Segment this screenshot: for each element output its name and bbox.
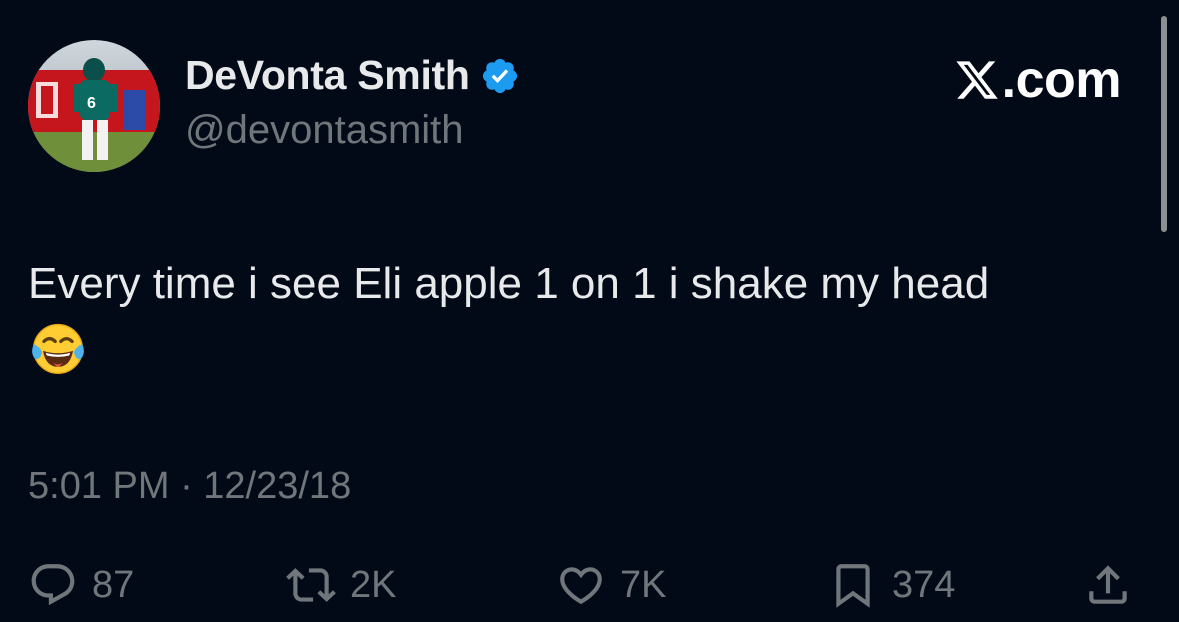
author-display-name[interactable]: DeVonta Smith — [185, 52, 470, 99]
author-name-row: DeVonta Smith — [185, 52, 520, 99]
like-button[interactable]: 7K — [556, 560, 666, 610]
author-avatar[interactable]: 6 — [28, 40, 160, 172]
tweet-body: Every time i see Eli apple 1 on 1 i shak… — [28, 259, 990, 308]
reply-count: 87 — [92, 563, 135, 606]
bookmark-icon — [836, 564, 870, 608]
heart-icon — [560, 567, 602, 605]
share-button[interactable] — [1083, 560, 1133, 610]
x-logo-icon — [956, 61, 998, 99]
face-with-tears-of-joy-icon — [32, 323, 84, 375]
svg-text:6: 6 — [87, 95, 96, 112]
repost-button[interactable]: 2K — [286, 560, 396, 610]
reply-button[interactable]: 87 — [28, 560, 134, 610]
brand-text: .com — [1001, 51, 1122, 109]
like-count: 7K — [620, 563, 667, 606]
tweet-text: Every time i see Eli apple 1 on 1 i shak… — [28, 250, 1138, 386]
tweet-action-bar: 87 2K 7K 374 — [28, 560, 1148, 616]
avatar-photo: 6 — [28, 40, 160, 172]
repost-count: 2K — [350, 563, 397, 606]
verified-badge-icon — [482, 58, 517, 93]
author-handle[interactable]: @devontasmith — [185, 108, 464, 153]
tweet-timestamp[interactable]: 5:01 PM · 12/23/18 — [28, 465, 351, 508]
reply-icon — [31, 564, 75, 606]
scrollbar[interactable] — [1161, 16, 1167, 232]
share-icon — [1089, 565, 1127, 604]
bookmark-count: 374 — [892, 563, 956, 606]
brand-logo: .com — [954, 50, 1122, 110]
repost-icon — [286, 568, 336, 602]
bookmark-button[interactable]: 374 — [828, 560, 955, 610]
